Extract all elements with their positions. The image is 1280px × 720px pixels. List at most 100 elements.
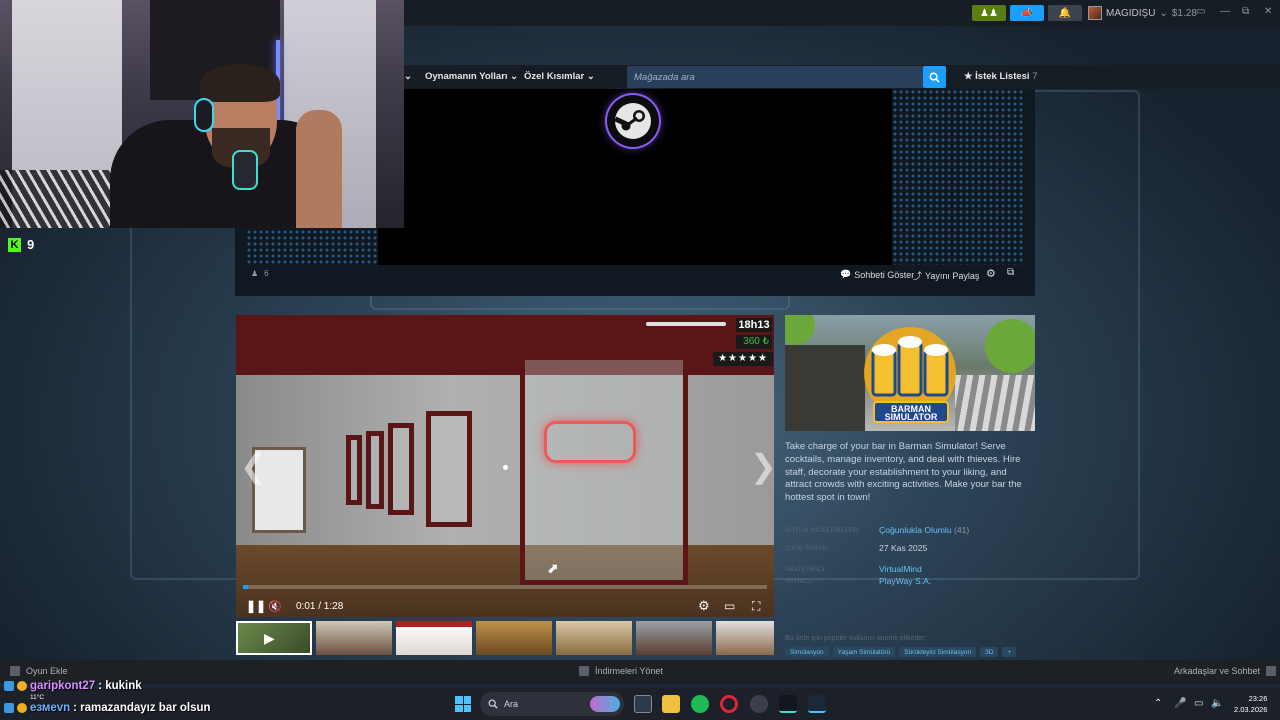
theater-mode-icon[interactable]: ▭ (724, 599, 735, 613)
release-date-value: 27 Kas 2025 (879, 543, 928, 553)
developer-link[interactable]: VirtualMind (879, 564, 922, 574)
taskbar-clock[interactable]: 23:26 2.03.2026 (1234, 693, 1267, 715)
account-menu[interactable]: MAGIDIŞU ⌄ $1.28 (1088, 5, 1197, 21)
game-scene (426, 411, 472, 527)
maximize-icon[interactable]: ⧉ (1242, 6, 1249, 17)
chat-icon (1266, 666, 1277, 676)
file-explorer-icon[interactable] (662, 695, 680, 713)
notifications-button[interactable]: 🔔 (1048, 5, 1082, 21)
tag-item[interactable]: Sürükleyici Simülasyon (899, 647, 977, 657)
chat-text: : ramazandayız bar olsun (73, 702, 211, 714)
thumbnail-screenshot[interactable] (636, 621, 712, 655)
megaphone-icon: 📣 (1020, 7, 1034, 19)
chevron-up-icon[interactable]: ⌃ (1154, 698, 1162, 709)
obs-icon[interactable] (779, 695, 797, 713)
viewer-count-value: 6 (264, 269, 269, 278)
highlight-player[interactable]: 18h13 360 ₺ ★★★★★ ❮ ❯ ❚❚ 🔇 0:01 / 1:28 ⚙… (236, 315, 774, 617)
reviews-summary[interactable]: Çoğunlukla Olumlu (41) (879, 525, 969, 535)
thumbnail-screenshot[interactable] (476, 621, 552, 655)
manage-downloads-label: İndirmeleri Yönet (595, 666, 663, 676)
microphone-icon[interactable]: 🎤 (1174, 698, 1186, 709)
opera-icon[interactable] (720, 695, 738, 713)
chat-message: езмеvn : ramazandayız bar olsun (4, 702, 211, 714)
task-view-icon[interactable] (634, 695, 652, 713)
nav-item-special-sections[interactable]: Özel Kısımlar ⌄ (524, 71, 595, 82)
kick-viewer-count: 9 (27, 237, 35, 252)
badge-icon (4, 703, 14, 713)
video-progress-fill (243, 585, 249, 589)
game-scene (346, 435, 362, 505)
badge-icon (17, 681, 27, 691)
reviews-value: Çoğunlukla Olumlu (879, 525, 952, 535)
tag-more-button[interactable]: + (1002, 647, 1017, 657)
tag-item[interactable]: 3D (980, 647, 999, 657)
big-picture-icon[interactable]: ▭ (1196, 6, 1205, 17)
minimize-icon[interactable]: — (1220, 6, 1230, 17)
thumbnail-screenshot[interactable] (716, 621, 774, 655)
wishlist-link[interactable]: ★ İstek Listesi 7 (964, 71, 1038, 82)
avatar (1088, 6, 1102, 20)
discord-icon[interactable] (750, 695, 768, 713)
friends-chat-button[interactable]: Arkadaşlar ve Sohbet (1174, 666, 1277, 676)
close-icon[interactable]: ✕ (1264, 6, 1272, 17)
spotify-icon[interactable] (691, 695, 709, 713)
mute-icon[interactable]: 🔇 (268, 600, 282, 613)
game-hud: ★★★★★ (713, 352, 773, 366)
taskbar-search[interactable]: Ara (480, 692, 624, 716)
show-chat-button[interactable]: 💬 Sohbeti Göster (840, 269, 914, 280)
announcements-button[interactable]: 📣 (1010, 5, 1044, 21)
steam-icon[interactable] (808, 695, 826, 713)
gear-icon[interactable]: ⚙ (986, 267, 996, 280)
bell-icon: 🔔 (1058, 7, 1072, 19)
plus-icon (10, 666, 20, 676)
publisher-link[interactable]: PlayWay S.A. (879, 576, 931, 586)
game-scene (544, 421, 636, 463)
microphone-icon (232, 150, 258, 190)
thumbnail-screenshot[interactable] (556, 621, 632, 655)
steam-bottom-bar: Oyun Ekle İndirmeleri Yönet Arkadaşlar v… (0, 660, 1280, 684)
capsule-art (985, 319, 1035, 373)
fullscreen-icon[interactable]: ⛶ (752, 599, 760, 614)
windows-start-icon[interactable] (455, 696, 471, 712)
previous-arrow-icon[interactable]: ❮ (240, 447, 267, 485)
broadcast-video[interactable] (378, 89, 892, 265)
show-chat-label: Sohbeti Göster (854, 269, 915, 280)
settings-icon[interactable]: ⚙ (698, 598, 710, 614)
game-scene (520, 355, 688, 585)
search-input[interactable] (627, 66, 924, 88)
popout-icon[interactable]: ⧉ (1007, 267, 1014, 278)
search-button[interactable] (923, 66, 946, 88)
chat-message: garipkont27 : kukink (4, 680, 142, 692)
add-game-button[interactable]: Oyun Ekle (10, 666, 68, 676)
volume-icon[interactable]: 🔈 (1211, 698, 1223, 709)
game-description: Take charge of your bar in Barman Simula… (785, 441, 1022, 504)
thumbnail-screenshot[interactable] (316, 621, 392, 655)
headset-icon (194, 98, 214, 132)
viewer-count: ♟ 6 (251, 269, 269, 278)
chevron-down-icon: ⌄ (1159, 7, 1168, 19)
clock-date: 2.03.2026 (1234, 705, 1268, 714)
wishlist-label: İstek Listesi (975, 71, 1030, 82)
next-arrow-icon[interactable]: ❯ (750, 447, 774, 485)
friends-activity-button[interactable]: ♟♟ (972, 5, 1006, 21)
manage-downloads-button[interactable]: İndirmeleri Yönet (579, 666, 663, 676)
nav-item-ways-to-play[interactable]: Oynamanın Yolları ⌄ (425, 71, 518, 82)
kick-viewer-counter: K 9 (8, 237, 34, 252)
thumbnail-screenshot[interactable] (396, 621, 472, 655)
share-stream-button[interactable]: ⤴ Yayını Paylaş (913, 269, 979, 282)
tag-item[interactable]: Yaşam Simülatörü (832, 647, 896, 657)
streamer-figure (296, 110, 342, 228)
network-icon[interactable]: ▭ (1194, 698, 1203, 709)
people-icon: ♟♟ (980, 7, 998, 19)
tag-item[interactable]: Simülasyon (785, 647, 829, 657)
pause-icon[interactable]: ❚❚ (246, 599, 266, 613)
video-time: 0:01 / 1:28 (296, 600, 344, 612)
broadcast-toolbar: ♟ 6 💬 Sohbeti Göster ⤴ Yayını Paylaş ⚙ ⧉ (235, 265, 1035, 285)
thumbnail-video[interactable]: ▶ (236, 621, 312, 655)
chat-username: езмеvn (30, 702, 71, 714)
people-icon: ♟ (251, 269, 259, 278)
reviews-count: (41) (954, 525, 970, 535)
video-progress-bar[interactable] (243, 585, 767, 589)
chevron-down-icon[interactable]: ⌄ (404, 71, 412, 82)
reviews-label: BÜTÜN İNCELEMELER: (785, 527, 861, 534)
